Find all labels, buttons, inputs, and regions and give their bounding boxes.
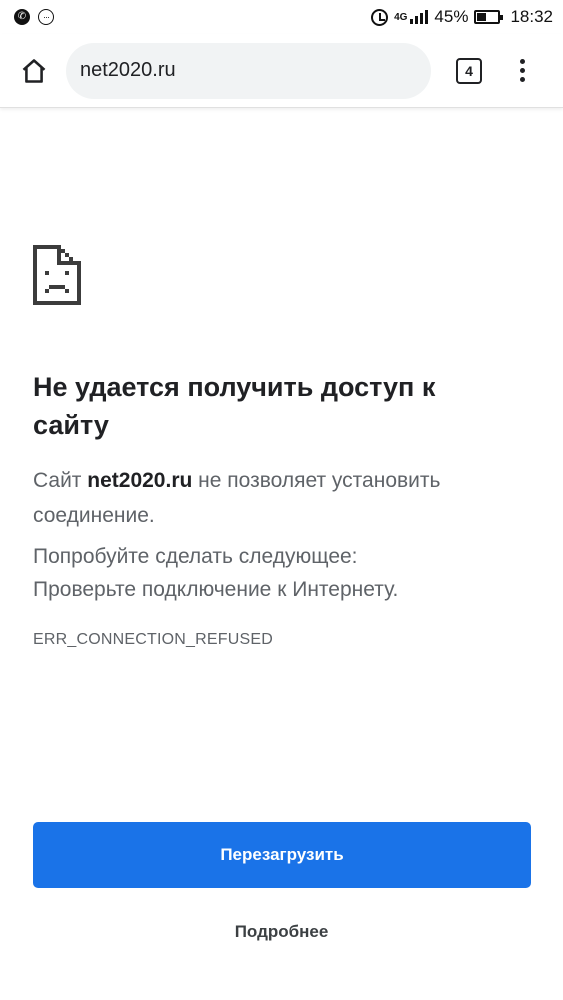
url-text: net2020.ru — [80, 59, 176, 81]
status-bar: ✆ ··· 4G 45% 18:32 — [0, 0, 563, 34]
suggestions-heading: Попробуйте сделать следующее: — [33, 545, 358, 568]
clock: 18:32 — [510, 7, 553, 26]
details-button[interactable]: Подробнее — [0, 922, 563, 942]
tabs-button[interactable]: 4 — [456, 57, 482, 84]
battery-level — [477, 13, 487, 21]
suggestion-item: Проверьте подключение к Интернету. — [33, 578, 399, 601]
status-bar-right: 4G 45% 18:32 — [371, 7, 553, 27]
more-vert-icon[interactable] — [512, 51, 532, 91]
battery-percent: 45% — [434, 7, 469, 26]
network-type: 4G — [394, 11, 408, 23]
error-desc-prefix: Сайт — [33, 469, 88, 492]
status-bar-left: ✆ ··· — [14, 9, 54, 25]
signal-icon — [410, 10, 429, 24]
suggestions: Попробуйте сделать следующее: Проверьте … — [33, 540, 533, 606]
browser-toolbar: net2020.ru 4 — [0, 34, 563, 108]
tab-count: 4 — [465, 62, 473, 79]
home-button[interactable] — [14, 51, 54, 91]
viber-icon: ✆ — [14, 9, 30, 25]
alarm-icon — [371, 8, 389, 26]
home-icon — [22, 58, 46, 83]
messages-icon: ··· — [38, 9, 54, 25]
error-code: ERR_CONNECTION_REFUSED — [33, 631, 273, 648]
sad-page-icon — [33, 245, 81, 305]
reload-button[interactable]: Перезагрузить — [33, 822, 531, 888]
battery-icon — [474, 10, 504, 24]
error-host: net2020.ru — [87, 469, 193, 492]
error-description: Сайт net2020.ru не позволяет установить … — [33, 463, 533, 533]
error-title: Не удается получить доступ к сайту — [33, 372, 436, 440]
address-bar[interactable]: net2020.ru — [66, 42, 431, 99]
